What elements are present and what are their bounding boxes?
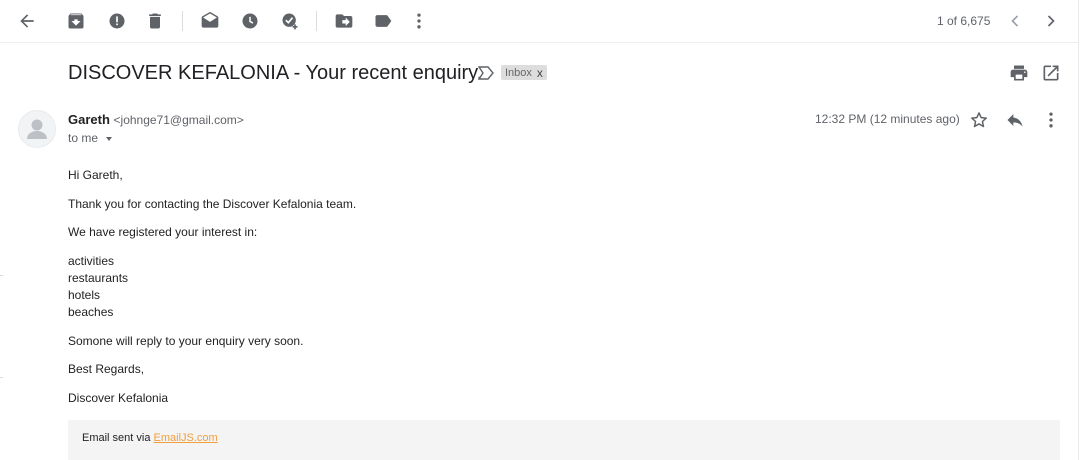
regards-line: Best Regards, (68, 362, 145, 376)
greeting: Hi Gareth, (68, 168, 123, 182)
print-icon[interactable] (1009, 63, 1029, 83)
thanks-line: Thank you for contacting the Discover Ke… (68, 197, 357, 211)
signature-line: Discover Kefalonia (68, 391, 169, 405)
older-chevron-icon[interactable] (1041, 11, 1061, 31)
more-vert-icon[interactable] (409, 11, 429, 31)
recipient-details-toggle[interactable]: to me (68, 131, 113, 145)
delete-icon[interactable] (145, 11, 165, 31)
edge-mark (0, 275, 3, 276)
list-item: restaurants (68, 271, 129, 285)
remove-label-button[interactable]: x (537, 66, 543, 80)
back-arrow-icon[interactable] (17, 11, 37, 31)
registered-line: We have registered your interest in: (68, 225, 258, 239)
newer-chevron-icon[interactable] (1005, 11, 1025, 31)
email-footer: Email sent via EmailJS.com (68, 420, 1060, 460)
edge-mark (0, 377, 3, 378)
message-time: 12:32 PM (12 minutes ago) (815, 112, 960, 126)
list-item: hotels (68, 288, 101, 302)
avatar (18, 110, 56, 148)
labels-icon[interactable] (373, 11, 393, 31)
sender: Gareth <johnge71@gmail.com> (68, 112, 244, 127)
label-name: Inbox (505, 66, 532, 79)
footer-prefix: Email sent via (82, 432, 154, 444)
archive-icon[interactable] (66, 11, 86, 31)
toolbar-divider (182, 11, 183, 31)
sender-name[interactable]: Gareth (68, 112, 110, 127)
toolbar-divider (316, 11, 317, 31)
default-avatar-icon (27, 119, 47, 139)
list-item: activities (68, 254, 115, 268)
list-item: beaches (68, 305, 114, 319)
reply-line: Somone will reply to your enquiry very s… (68, 334, 304, 348)
mark-unread-icon[interactable] (200, 11, 220, 31)
open-new-window-icon[interactable] (1041, 63, 1061, 83)
footer-text: Email sent via EmailJS.com (82, 432, 218, 444)
message-more-icon[interactable] (1041, 110, 1061, 130)
snooze-icon[interactable] (240, 11, 260, 31)
interest-list: activities restaurants hotels beaches (68, 253, 128, 321)
important-marker-icon[interactable] (478, 66, 494, 80)
sender-email: <johnge71@gmail.com> (113, 113, 244, 127)
add-to-tasks-icon[interactable] (280, 11, 300, 31)
move-to-icon[interactable] (334, 11, 354, 31)
reply-icon[interactable] (1005, 110, 1025, 130)
toolbar: 1 of 6,675 (0, 0, 1078, 43)
recipient-label: to me (68, 131, 99, 145)
email-subject: DISCOVER KEFALONIA - Your recent enquiry… (68, 62, 483, 84)
emailjs-link[interactable]: EmailJS.com (154, 432, 218, 444)
chevron-down-icon (106, 137, 113, 141)
star-icon[interactable] (969, 110, 989, 130)
pager-count: 1 of 6,675 (937, 14, 991, 28)
inbox-label-chip: Inbox x (501, 65, 547, 80)
report-spam-icon[interactable] (107, 11, 127, 31)
pane-border (1078, 0, 1079, 460)
